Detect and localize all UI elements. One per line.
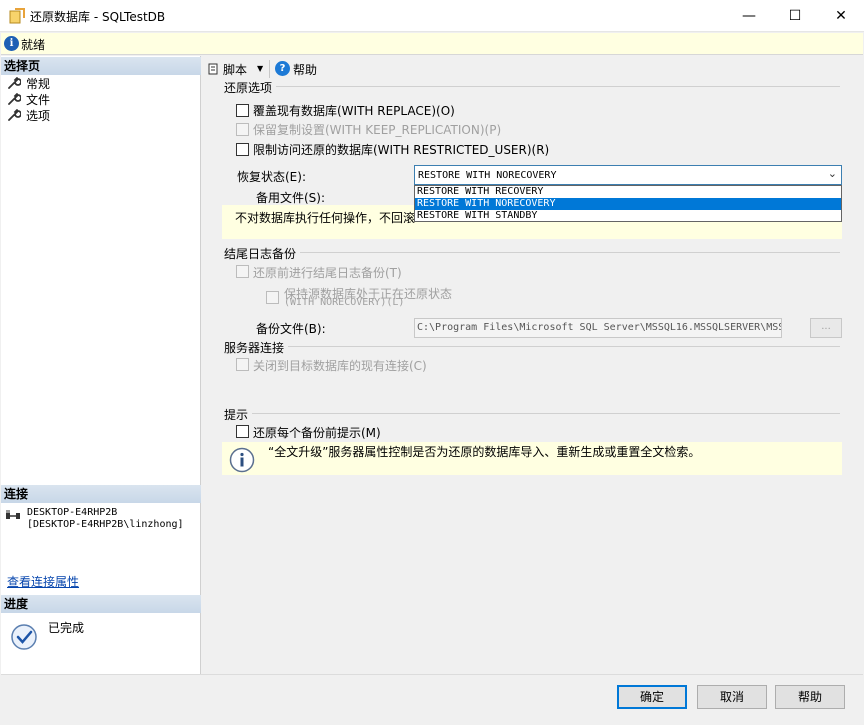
- recovery-description: 不对数据库执行任何操作，不回滚: [235, 211, 416, 225]
- script-icon[interactable]: [206, 62, 220, 76]
- progress-header: 进度: [1, 595, 201, 613]
- close-connections-checkbox[interactable]: [236, 358, 249, 371]
- page-item-general[interactable]: 常规: [7, 75, 50, 91]
- restricted-user-label: 限制访问还原的数据库(WITH RESTRICTED_USER)(R): [253, 143, 550, 157]
- group-divider: [224, 346, 840, 347]
- connection-server: DESKTOP-E4RHP2B: [27, 507, 118, 518]
- wrench-icon: [8, 93, 21, 105]
- recovery-state-label: 恢复状态(E):: [237, 170, 306, 184]
- page-item-label: 文件: [26, 92, 51, 107]
- standby-file-label: 备用文件(S):: [256, 191, 326, 205]
- dropdown-option[interactable]: RESTORE WITH RECOVERY: [415, 186, 841, 198]
- group-divider: [224, 252, 840, 253]
- dropdown-option[interactable]: RESTORE WITH STANDBY: [415, 210, 841, 222]
- backup-file-input[interactable]: C:\Program Files\Microsoft SQL Server\MS…: [414, 318, 782, 338]
- cancel-button[interactable]: 取消: [697, 685, 767, 709]
- script-button[interactable]: 脚本: [223, 61, 247, 78]
- tail-log-checkbox[interactable]: [236, 265, 249, 278]
- toolbar-separator: [269, 60, 270, 78]
- title-bar: 还原数据库 - SQLTestDB — ☐ ✕: [0, 0, 864, 32]
- app-icon: [9, 8, 25, 24]
- chevron-down-icon[interactable]: ⌄: [828, 167, 837, 180]
- overwrite-checkbox[interactable]: [236, 104, 249, 117]
- restricted-user-checkbox[interactable]: [236, 143, 249, 156]
- wrench-icon: [8, 77, 21, 89]
- close-button[interactable]: ✕: [818, 0, 864, 32]
- recovery-state-dropdown: RESTORE WITH RECOVERY RESTORE WITH NOREC…: [414, 185, 842, 222]
- ok-button[interactable]: 确定: [617, 685, 687, 709]
- page-item-options[interactable]: 选项: [7, 107, 50, 123]
- tail-log-label: 还原前进行结尾日志备份(T): [253, 266, 402, 280]
- leave-norecovery-checkbox[interactable]: [266, 291, 279, 304]
- recovery-state-select[interactable]: RESTORE WITH NORECOVERY ⌄: [414, 165, 842, 185]
- status-text: 就绪: [21, 38, 46, 52]
- info-icon: i: [4, 36, 19, 51]
- connection-user: [DESKTOP-E4RHP2B\linzhong]: [27, 519, 184, 530]
- prompt-before-backup-checkbox[interactable]: [236, 425, 249, 438]
- leave-norecovery-sublabel: (WITH NORECOVERY)(L): [284, 297, 405, 308]
- help-icon[interactable]: ?: [275, 61, 290, 76]
- backup-file-label: 备份文件(B):: [256, 322, 326, 336]
- keep-replication-label: 保留复制设置(WITH KEEP_REPLICATION)(P): [253, 123, 502, 137]
- group-divider: [224, 86, 840, 87]
- dropdown-option-selected[interactable]: RESTORE WITH NORECOVERY: [415, 198, 841, 210]
- help-toolbar-button[interactable]: 帮助: [293, 61, 317, 78]
- progress-status: 已完成: [48, 621, 85, 635]
- select-page-header: 选择页: [1, 57, 201, 75]
- keep-replication-checkbox[interactable]: [236, 123, 249, 136]
- view-connection-properties-link[interactable]: 查看连接属性: [7, 573, 79, 590]
- prompt-before-backup-label: 还原每个备份前提示(M): [253, 426, 381, 440]
- maximize-button[interactable]: ☐: [772, 0, 818, 32]
- info-icon: [229, 447, 255, 473]
- close-connections-label: 关闭到目标数据库的现有连接(C): [253, 359, 427, 373]
- group-divider: [224, 413, 840, 414]
- server-connections-title: 服务器连接: [224, 339, 289, 356]
- page-item-files[interactable]: 文件: [7, 91, 50, 107]
- tail-log-title: 结尾日志备份: [224, 245, 301, 262]
- page-item-label: 常规: [26, 76, 51, 91]
- wrench-icon: [8, 109, 21, 121]
- recovery-state-value: RESTORE WITH NORECOVERY: [418, 170, 557, 181]
- window-title: 还原数据库 - SQLTestDB: [30, 10, 166, 24]
- prompt-title: 提示: [224, 406, 253, 423]
- check-icon: [11, 624, 37, 650]
- page-item-label: 选项: [26, 108, 51, 123]
- chevron-down-icon[interactable]: ▼: [257, 64, 263, 73]
- status-bar: i 就绪: [1, 33, 863, 55]
- connection-icon: [6, 510, 20, 519]
- minimize-button[interactable]: —: [726, 0, 772, 32]
- overwrite-label: 覆盖现有数据库(WITH REPLACE)(O): [253, 104, 455, 118]
- restore-options-title: 还原选项: [224, 79, 277, 96]
- browse-button[interactable]: ...: [810, 318, 842, 338]
- info-text: “全文升级”服务器属性控制是否为还原的数据库导入、重新生成或重置全文检索。: [268, 445, 701, 459]
- connection-header: 连接: [1, 485, 201, 503]
- help-button[interactable]: 帮助: [775, 685, 845, 709]
